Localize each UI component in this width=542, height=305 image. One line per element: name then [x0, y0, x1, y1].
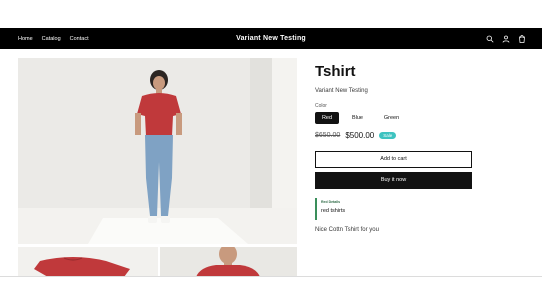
- product-thumbnail-2[interactable]: [160, 247, 297, 277]
- color-option-green[interactable]: Green: [376, 112, 407, 124]
- nav-contact-link[interactable]: Contact: [70, 36, 89, 42]
- details-text: red tshirts: [321, 208, 346, 214]
- product-title: Tshirt: [315, 63, 356, 80]
- color-option-blue[interactable]: Blue: [342, 112, 373, 124]
- main-nav: Home Catalog Contact: [18, 28, 89, 49]
- color-options: Red Blue Green: [315, 112, 407, 124]
- site-header: Home Catalog Contact Variant New Testing: [0, 28, 542, 49]
- account-icon[interactable]: [502, 35, 510, 43]
- product-thumbnail-1[interactable]: [18, 247, 158, 277]
- sale-badge: Sale: [379, 132, 397, 139]
- page-divider: [0, 276, 542, 277]
- color-option-label: Color: [315, 103, 327, 109]
- nav-catalog-link[interactable]: Catalog: [42, 36, 61, 42]
- price-row: $650.00 $500.00 Sale: [315, 131, 397, 140]
- product-vendor: Variant New Testing: [315, 88, 368, 94]
- nav-home-link[interactable]: Home: [18, 36, 33, 42]
- header-icons: [486, 28, 526, 49]
- product-main-image[interactable]: [18, 58, 297, 244]
- product-description: Nice Cottn Tshirt for you: [315, 227, 379, 233]
- details-title: Red Details: [321, 200, 341, 204]
- search-icon[interactable]: [486, 35, 494, 43]
- cart-icon[interactable]: [518, 34, 526, 43]
- add-to-cart-button[interactable]: Add to cart: [315, 151, 472, 168]
- compare-at-price: $650.00: [315, 132, 341, 139]
- variant-details-block: Red Details red tshirts: [315, 198, 345, 220]
- buy-now-button[interactable]: Buy it now: [315, 172, 472, 189]
- sale-price: $500.00: [345, 131, 375, 140]
- color-option-red[interactable]: Red: [315, 112, 339, 124]
